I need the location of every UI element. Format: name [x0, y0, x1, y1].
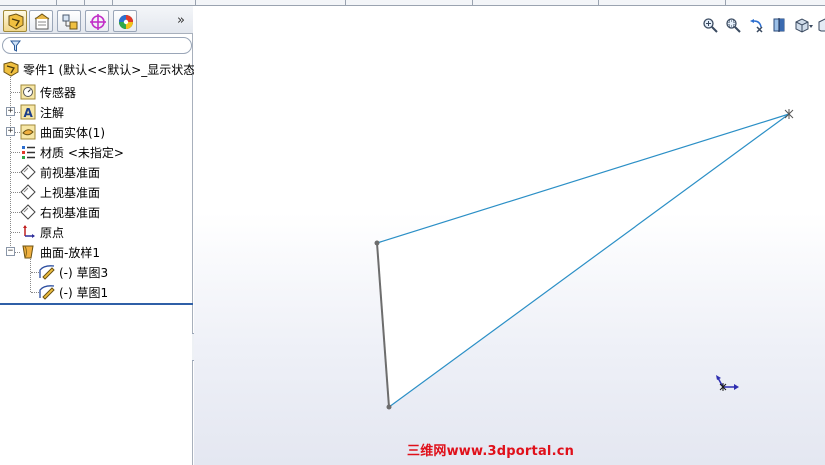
svg-text:A: A — [24, 106, 34, 120]
tab-property-manager[interactable] — [29, 10, 53, 32]
plane-icon — [20, 204, 36, 220]
tree-item-label: 原点 — [40, 225, 65, 240]
tree-connector — [11, 192, 20, 193]
expand-toggle[interactable]: + — [6, 127, 15, 136]
feature-manager-panel: » 零件1 (默认<<默认>_显示状态 传感器 + A 注解 + 曲面实体(1)… — [0, 6, 195, 465]
feature-manager-tabs: » — [0, 6, 193, 34]
tree-connector — [11, 152, 20, 153]
overflow-chevron[interactable]: » — [177, 13, 185, 28]
tree-item-surface-loft[interactable]: 曲面-放样1 — [20, 242, 100, 262]
material-icon — [20, 144, 36, 160]
tree-item-label: 曲面-放样1 — [40, 245, 100, 260]
graphics-viewport[interactable] — [194, 6, 825, 465]
sketch-point-marker[interactable] — [784, 109, 794, 119]
tree-item-label: 右视基准面 — [40, 205, 101, 220]
origin-icon — [20, 224, 36, 240]
tree-item-label: 材质 <未指定> — [40, 145, 124, 160]
tree-item-label: 注解 — [40, 105, 65, 120]
sketch-icon — [39, 264, 55, 280]
tree-item-label: 曲面实体(1) — [40, 125, 105, 140]
part-icon — [3, 61, 19, 77]
tab-display-manager[interactable] — [113, 10, 137, 32]
tree-connector — [11, 232, 20, 233]
reference-triad-icon — [709, 373, 741, 398]
tree-connector — [31, 292, 39, 293]
tree-item-part-root[interactable]: 零件1 (默认<<默认>_显示状态 — [3, 59, 195, 79]
tree-item-sensors[interactable]: 传感器 — [20, 82, 76, 102]
feature-tree-filter[interactable] — [2, 37, 192, 54]
expand-toggle[interactable]: + — [6, 107, 15, 116]
tree-connector — [10, 72, 11, 252]
tree-item-material[interactable]: 材质 <未指定> — [20, 142, 124, 162]
plane-icon — [20, 184, 36, 200]
tree-connector — [31, 272, 39, 273]
tree-item-surface-bodies[interactable]: 曲面实体(1) — [20, 122, 105, 142]
tree-item-sketch1[interactable]: (-) 草图1 — [39, 282, 108, 302]
loft-surface-face[interactable] — [377, 114, 789, 407]
annotation-icon: A — [20, 104, 36, 120]
tree-item-front-plane[interactable]: 前视基准面 — [20, 162, 100, 182]
sensor-icon — [20, 84, 36, 100]
tree-connector — [11, 212, 20, 213]
tree-connector — [11, 172, 20, 173]
tree-item-label: 零件1 (默认<<默认>_显示状态 — [23, 62, 196, 77]
sketch-point[interactable] — [386, 404, 392, 410]
tree-item-sketch3[interactable]: (-) 草图3 — [39, 262, 108, 282]
sketch-point[interactable] — [374, 240, 380, 246]
surface-bodies-icon — [20, 124, 36, 140]
tree-item-origin[interactable]: 原点 — [20, 222, 64, 242]
surface-loft-icon — [20, 244, 36, 260]
watermark-text: 三维网www.3dportal.cn — [407, 444, 575, 459]
tree-item-label: (-) 草图3 — [59, 265, 109, 280]
tree-item-label: 传感器 — [40, 85, 77, 100]
tree-item-label: (-) 草图1 — [59, 285, 109, 300]
tab-dimxpert-manager[interactable] — [85, 10, 109, 32]
tree-item-right-plane[interactable]: 右视基准面 — [20, 202, 100, 222]
tree-connector — [11, 92, 20, 93]
rollback-bar[interactable] — [0, 303, 193, 305]
tab-feature-tree[interactable] — [3, 10, 27, 32]
tree-item-label: 上视基准面 — [40, 185, 101, 200]
tree-item-top-plane[interactable]: 上视基准面 — [20, 182, 100, 202]
sketch-icon — [39, 284, 55, 300]
collapse-toggle[interactable]: − — [6, 247, 15, 256]
tree-item-label: 前视基准面 — [40, 165, 101, 180]
tab-configuration-manager[interactable] — [57, 10, 81, 32]
plane-icon — [20, 164, 36, 180]
tree-item-annotations[interactable]: A 注解 — [20, 102, 64, 122]
